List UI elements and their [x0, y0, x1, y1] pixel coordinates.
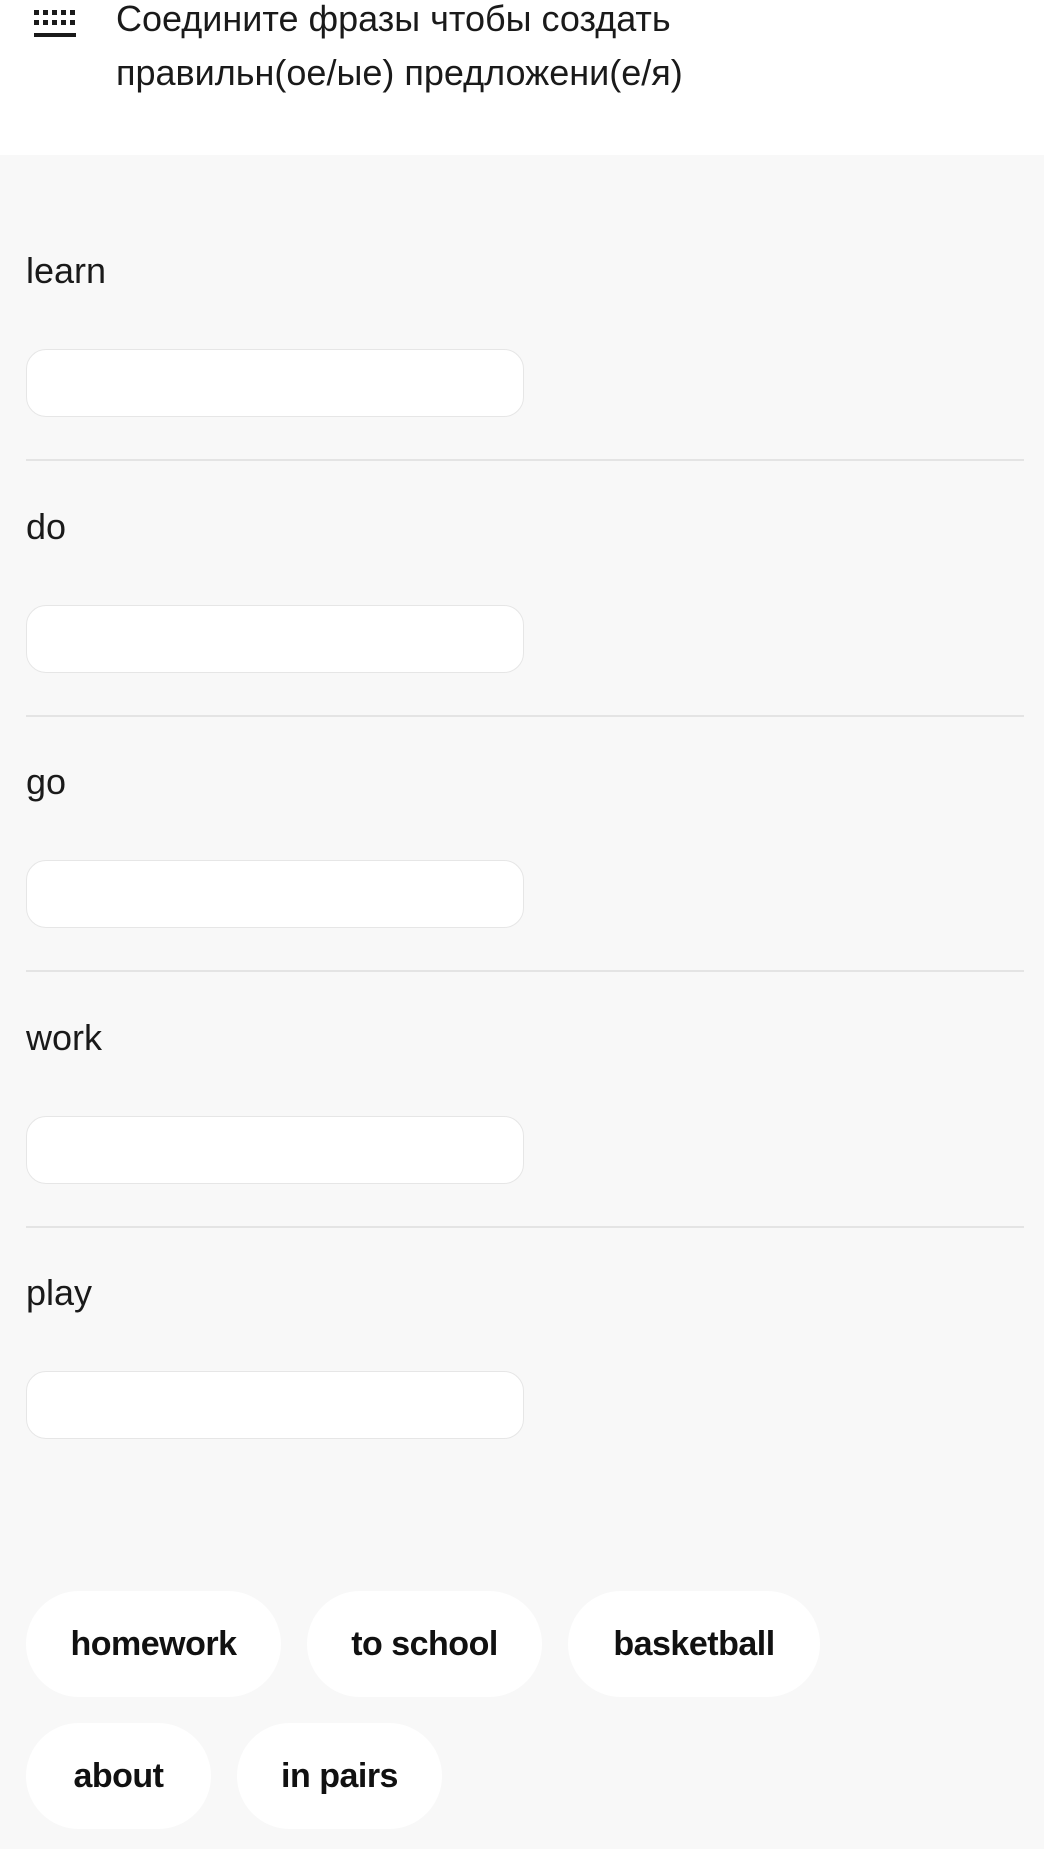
answer-drop-slot[interactable] [26, 349, 524, 417]
keypad-icon [34, 10, 76, 37]
instruction-line-2: правильн(ое/ые) предложени(е/я) [116, 52, 683, 93]
match-row: go [26, 666, 1024, 928]
option-chip-basketball[interactable]: basketball [568, 1591, 820, 1697]
answer-drop-slot[interactable] [26, 1371, 524, 1439]
answer-drop-slot[interactable] [26, 1116, 524, 1184]
instruction-line-1: Соедините фразы чтобы создать [116, 0, 671, 39]
match-row: play [26, 1177, 1024, 1439]
option-chip-homework[interactable]: homework [26, 1591, 281, 1697]
task-instruction: Соедините фразы чтобы создать правильн(о… [116, 0, 996, 100]
match-row: work [26, 922, 1024, 1184]
row-label: play [26, 1272, 93, 1313]
option-chip-about[interactable]: about [26, 1723, 211, 1829]
answer-drop-slot[interactable] [26, 605, 524, 673]
row-label: go [26, 761, 67, 802]
match-row: learn [26, 155, 1024, 417]
row-label: learn [26, 250, 107, 291]
row-label: work [26, 1017, 103, 1058]
option-chip-to-school[interactable]: to school [307, 1591, 542, 1697]
answer-drop-slot[interactable] [26, 860, 524, 928]
match-row: do [26, 411, 1024, 673]
option-chip-in-pairs[interactable]: in pairs [237, 1723, 442, 1829]
task-header: Соедините фразы чтобы создать правильн(о… [0, 0, 1044, 155]
row-label: do [26, 506, 67, 547]
